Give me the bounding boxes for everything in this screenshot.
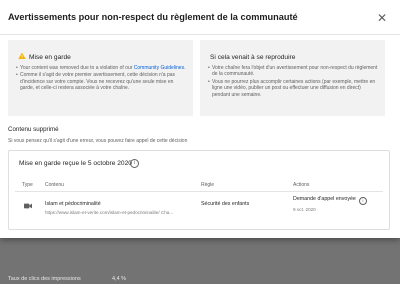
video-camera-icon [24,203,32,209]
dialog-title: Avertissements pour non-respect du règle… [8,12,298,22]
action-info-icon[interactable]: i [359,197,367,205]
info-icon[interactable]: i [130,159,139,168]
column-header-actions: Actions [293,182,310,188]
warning-bullet-1: Your content was removed due to a violat… [16,65,188,72]
header-divider [15,191,383,192]
content-url: https://www.islam-et-verite.com/islam-et… [45,210,174,215]
background-metric-row: Taux de clics des impressions 4,4 % [4,270,400,284]
warning-panel-list: Your content was removed due to a violat… [16,65,188,93]
column-header-rule: Règle [201,182,215,188]
dialog-header: Avertissements pour non-respect du règle… [0,0,400,35]
close-icon[interactable]: ✕ [373,9,391,27]
background-metric-label: Taux de clics des impressions [8,276,81,282]
strikes-dialog: Avertissements pour non-respect du règle… [0,0,400,238]
warning-bullet-2: Comme il s'agit de votre premier avertis… [16,72,188,91]
warning-icon [18,52,26,59]
warning-panel-heading: Mise en garde [29,54,71,61]
section-subtitle: Si vous pensez qu'il s'agit d'une erreur… [8,138,188,144]
column-header-type: Type [22,182,33,188]
column-header-content: Contenu [45,182,64,188]
rule-label: Sécurité des enfants [201,201,250,207]
repeat-panel-list: Votre chaîne fera l'objet d'un avertisse… [208,65,380,99]
content-title[interactable]: Islam et pédocriminalité [45,201,101,207]
warning-panel: Mise en garde Your content was removed d… [8,40,193,116]
repeat-bullet-1: Votre chaîne fera l'objet d'un avertisse… [208,65,380,78]
repeat-bullet-2: Vous ne pourrez plus accomplir certaines… [208,79,380,98]
repeat-panel-heading: Si cela venait à se reproduire [210,54,296,61]
section-title: Contenu supprimé [8,126,59,133]
community-guidelines-link[interactable]: Community Guidelines [134,65,184,71]
strike-card: Mise en garde reçue le 5 octobre 2020 i … [8,150,390,230]
card-title: Mise en garde reçue le 5 octobre 2020 [19,160,132,167]
action-date: 9 oct. 2020 [293,207,316,212]
background-metric-value: 4,4 % [112,276,127,282]
repeat-panel: Si cela venait à se reproduire Votre cha… [200,40,385,116]
action-status: Demande d'appel envoyée [293,196,356,202]
